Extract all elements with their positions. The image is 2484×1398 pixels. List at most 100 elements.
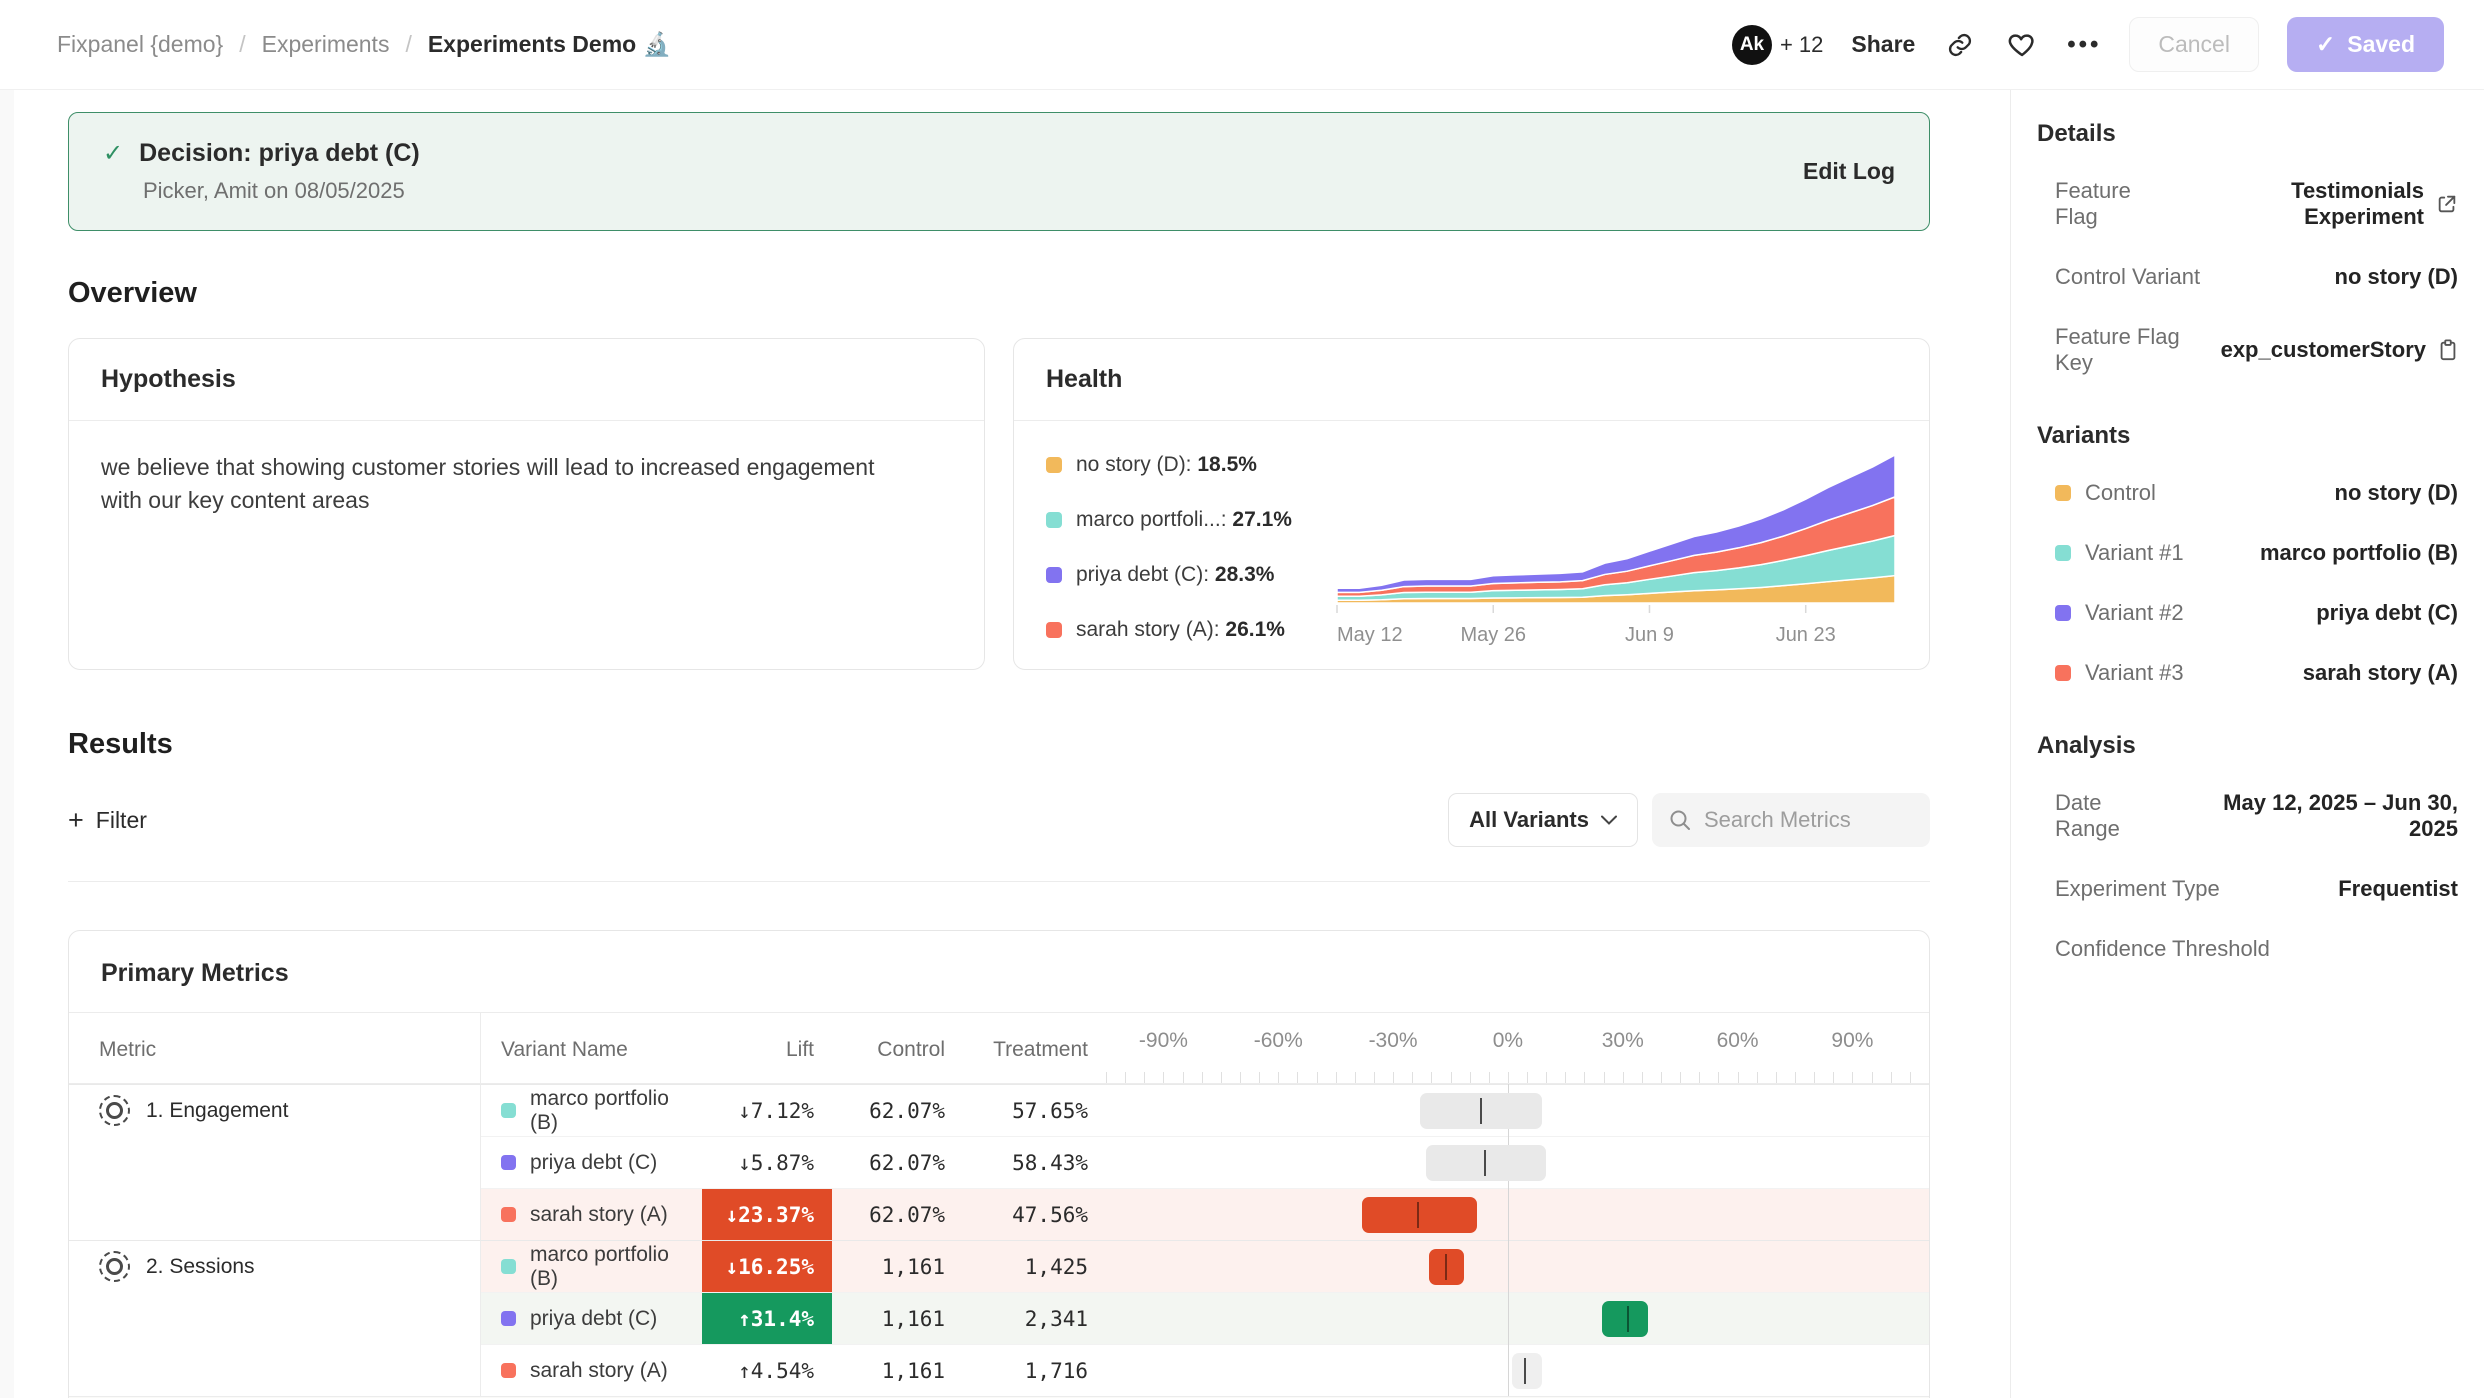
lift-axis-tick bbox=[1584, 1072, 1585, 1083]
primary-metrics-title: Primary Metrics bbox=[69, 931, 1929, 1012]
header-actions: Ak + 12 Share ••• Cancel ✓ Saved bbox=[1732, 17, 2444, 72]
lift-point-tick bbox=[1417, 1202, 1419, 1228]
cancel-button[interactable]: Cancel bbox=[2129, 17, 2259, 72]
lift-axis-tick bbox=[1336, 1072, 1337, 1083]
avatar[interactable]: Ak bbox=[1732, 25, 1772, 65]
lift-axis-label: -90% bbox=[1139, 1029, 1188, 1053]
more-options-button[interactable]: ••• bbox=[2067, 28, 2101, 62]
column-header-control: Control bbox=[832, 1013, 963, 1083]
lift-value: ↓5.87% bbox=[738, 1151, 814, 1175]
breadcrumb-root[interactable]: Fixpanel {demo} bbox=[57, 31, 223, 58]
legend-label: marco portfoli...: bbox=[1076, 508, 1227, 531]
metric-table-row[interactable]: sarah story (A)↓23.37%62.07%47.56% bbox=[69, 1188, 1929, 1240]
metric-table-row[interactable]: sarah story (A)↑4.54%1,1611,716 bbox=[69, 1344, 1929, 1396]
results-divider bbox=[68, 881, 1930, 882]
health-chart-svg: May 12May 26Jun 9Jun 23 bbox=[1331, 441, 1901, 653]
decision-title: Decision: priya debt (C) bbox=[139, 139, 420, 168]
metric-table-row[interactable]: 2. Sessionsmarco portfolio (B)↓16.25%1,1… bbox=[69, 1240, 1929, 1292]
analysis-row-confidence-threshold: Confidence Threshold bbox=[2055, 936, 2458, 962]
treatment-value: 57.65% bbox=[1012, 1099, 1088, 1123]
treatment-value: 47.56% bbox=[1012, 1203, 1088, 1227]
edit-log-button[interactable]: Edit Log bbox=[1803, 158, 1895, 185]
legend-value: 26.1% bbox=[1225, 618, 1285, 641]
external-link-icon[interactable] bbox=[2436, 193, 2458, 215]
primary-metrics-rows: 1. Engagementmarco portfolio (B)↓7.12%62… bbox=[69, 1084, 1929, 1396]
copy-link-icon[interactable] bbox=[1943, 28, 1977, 62]
lift-axis-label: -30% bbox=[1369, 1029, 1418, 1053]
breadcrumb-current-page[interactable]: Experiments Demo 🔬 bbox=[428, 31, 671, 58]
search-icon bbox=[1668, 808, 1692, 832]
legend-label: no story (D): bbox=[1076, 453, 1192, 476]
lift-axis-tick bbox=[1527, 1072, 1528, 1083]
detail-row-feature-flag: Feature Flag Testimonials Experiment bbox=[2055, 178, 2458, 230]
lift-axis-header: -90%-60%-30%0%30%60%90% bbox=[1106, 1013, 1929, 1083]
x-axis-label: Jun 9 bbox=[1625, 624, 1674, 646]
metric-name: 2. Sessions bbox=[146, 1255, 255, 1279]
lift-point-tick bbox=[1480, 1098, 1482, 1124]
breadcrumb-separator: / bbox=[405, 31, 411, 58]
analysis-value: Frequentist bbox=[2338, 876, 2458, 902]
lift-axis-tick bbox=[1738, 1072, 1739, 1083]
metric-table-row[interactable]: priya debt (C)↑31.4%1,1612,341 bbox=[69, 1292, 1929, 1344]
variants-dropdown-value: All Variants bbox=[1469, 807, 1589, 833]
collaborator-count: + 12 bbox=[1780, 32, 1823, 58]
breadcrumb: Fixpanel {demo} / Experiments / Experime… bbox=[57, 31, 671, 58]
lift-axis-tick bbox=[1393, 1072, 1394, 1083]
lift-axis-label: 0% bbox=[1493, 1029, 1523, 1053]
lift-axis-tick bbox=[1202, 1072, 1203, 1083]
confidence-interval-bar bbox=[1602, 1301, 1648, 1337]
lift-axis-tick bbox=[1910, 1072, 1911, 1083]
variant-name: priya debt (C) bbox=[530, 1307, 657, 1331]
saved-button-label: Saved bbox=[2347, 31, 2415, 58]
main-content: ✓ Decision: priya debt (C) Picker, Amit … bbox=[0, 90, 2010, 1398]
legend-swatch bbox=[1046, 622, 1062, 638]
variant-name: sarah story (A) bbox=[530, 1359, 668, 1383]
lift-point-tick bbox=[1627, 1306, 1629, 1332]
legend-item: marco portfoli...: 27.1% bbox=[1046, 508, 1331, 532]
lift-axis-tick bbox=[1642, 1072, 1643, 1083]
lift-axis-tick bbox=[1163, 1072, 1164, 1083]
variant-swatch bbox=[501, 1103, 516, 1118]
variant-row: Variant #3 sarah story (A) bbox=[2055, 660, 2458, 686]
lift-axis-tick bbox=[1240, 1072, 1241, 1083]
metric-goal-icon bbox=[99, 1251, 130, 1282]
x-axis-label: May 26 bbox=[1460, 624, 1526, 646]
collaborator-avatars[interactable]: Ak + 12 bbox=[1732, 25, 1823, 65]
variant-swatch bbox=[501, 1311, 516, 1326]
variants-dropdown[interactable]: All Variants bbox=[1448, 793, 1638, 847]
analysis-row-date-range: Date Range May 12, 2025 – Jun 30, 2025 bbox=[2055, 790, 2458, 842]
favorite-heart-icon[interactable] bbox=[2005, 28, 2039, 62]
control-value: 1,161 bbox=[882, 1359, 945, 1383]
detail-value: no story (D) bbox=[2335, 264, 2458, 290]
lift-axis-tick bbox=[1297, 1072, 1298, 1083]
lift-axis-label: -60% bbox=[1254, 1029, 1303, 1053]
search-metrics-box[interactable] bbox=[1652, 793, 1930, 847]
control-value: 1,161 bbox=[882, 1307, 945, 1331]
treatment-value: 1,425 bbox=[1025, 1255, 1088, 1279]
metric-table-row[interactable]: 1. Engagementmarco portfolio (B)↓7.12%62… bbox=[69, 1084, 1929, 1136]
lift-value: ↑31.4% bbox=[738, 1307, 814, 1331]
variant-label: Variant #3 bbox=[2085, 660, 2184, 686]
analysis-section-title: Analysis bbox=[2037, 732, 2458, 760]
clipboard-copy-icon[interactable] bbox=[2438, 339, 2458, 361]
decision-check-icon: ✓ bbox=[103, 139, 123, 168]
primary-metrics-header: Metric Variant Name Lift Control Treatme… bbox=[69, 1012, 1929, 1084]
details-section-title: Details bbox=[2037, 120, 2458, 148]
saved-button[interactable]: ✓ Saved bbox=[2287, 17, 2444, 72]
legend-swatch bbox=[1046, 567, 1062, 583]
breadcrumb-section[interactable]: Experiments bbox=[262, 31, 390, 58]
variant-swatch bbox=[501, 1207, 516, 1222]
lift-axis-tick bbox=[1929, 1072, 1930, 1083]
legend-item: priya debt (C): 28.3% bbox=[1046, 563, 1331, 587]
variant-name: priya debt (C) bbox=[530, 1151, 657, 1175]
analysis-label: Experiment Type bbox=[2055, 876, 2220, 902]
share-button[interactable]: Share bbox=[1851, 31, 1915, 58]
lift-axis-tick bbox=[1431, 1072, 1432, 1083]
decision-banner: ✓ Decision: priya debt (C) Picker, Amit … bbox=[68, 112, 1930, 231]
search-metrics-input[interactable] bbox=[1704, 807, 1904, 833]
lift-value: ↓23.37% bbox=[725, 1203, 814, 1227]
lift-axis-tick bbox=[1891, 1072, 1892, 1083]
metric-table-row[interactable]: priya debt (C)↓5.87%62.07%58.43% bbox=[69, 1136, 1929, 1188]
add-filter-button[interactable]: + Filter bbox=[68, 807, 147, 834]
variant-value: priya debt (C) bbox=[2316, 600, 2458, 626]
